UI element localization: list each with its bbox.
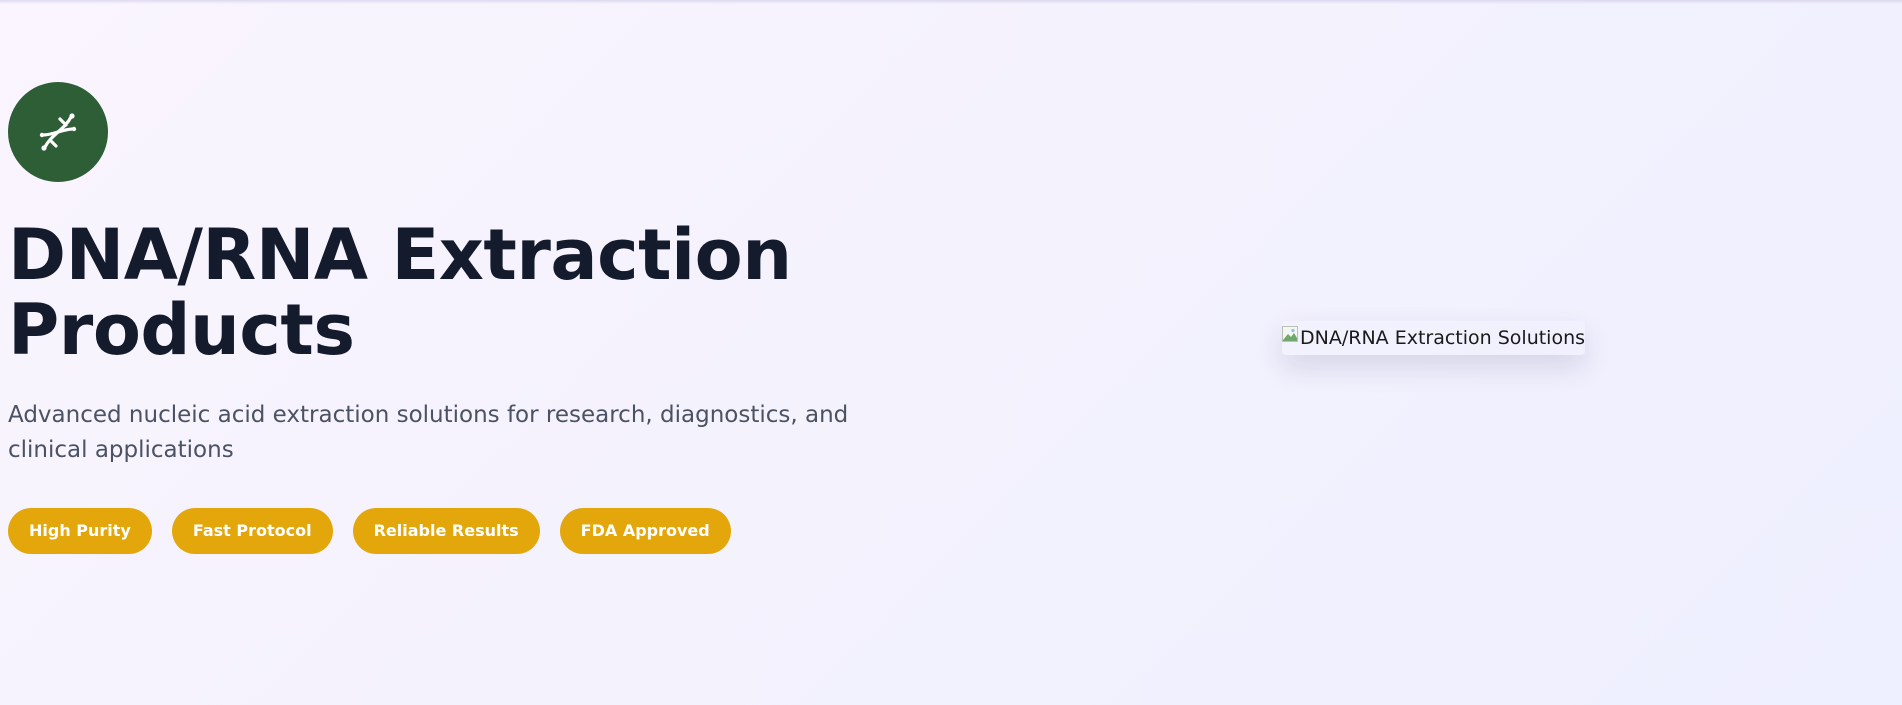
top-shadow	[0, 0, 1902, 4]
hero-image-alt-text: DNA/RNA Extraction Solutions	[1300, 327, 1586, 349]
title-line-2: Products	[8, 289, 355, 371]
title-line-1: DNA/RNA Extraction	[8, 214, 792, 296]
dna-logo	[8, 82, 108, 182]
badge-reliable-results: Reliable Results	[352, 508, 540, 554]
feature-badges: High Purity Fast Protocol Reliable Resul…	[8, 508, 948, 554]
badge-fda-approved: FDA Approved	[559, 508, 731, 554]
dna-icon	[39, 113, 77, 151]
page-title: DNA/RNA Extraction Products	[8, 218, 948, 368]
badge-fast-protocol: Fast Protocol	[171, 508, 333, 554]
broken-image-icon	[1282, 326, 1298, 342]
hero-content: DNA/RNA Extraction Products Advanced nuc…	[8, 82, 948, 554]
badge-high-purity: High Purity	[8, 508, 152, 554]
page-subtitle: Advanced nucleic acid extraction solutio…	[8, 402, 849, 463]
hero-image: DNA/RNA Extraction Solutions	[1282, 321, 1585, 355]
